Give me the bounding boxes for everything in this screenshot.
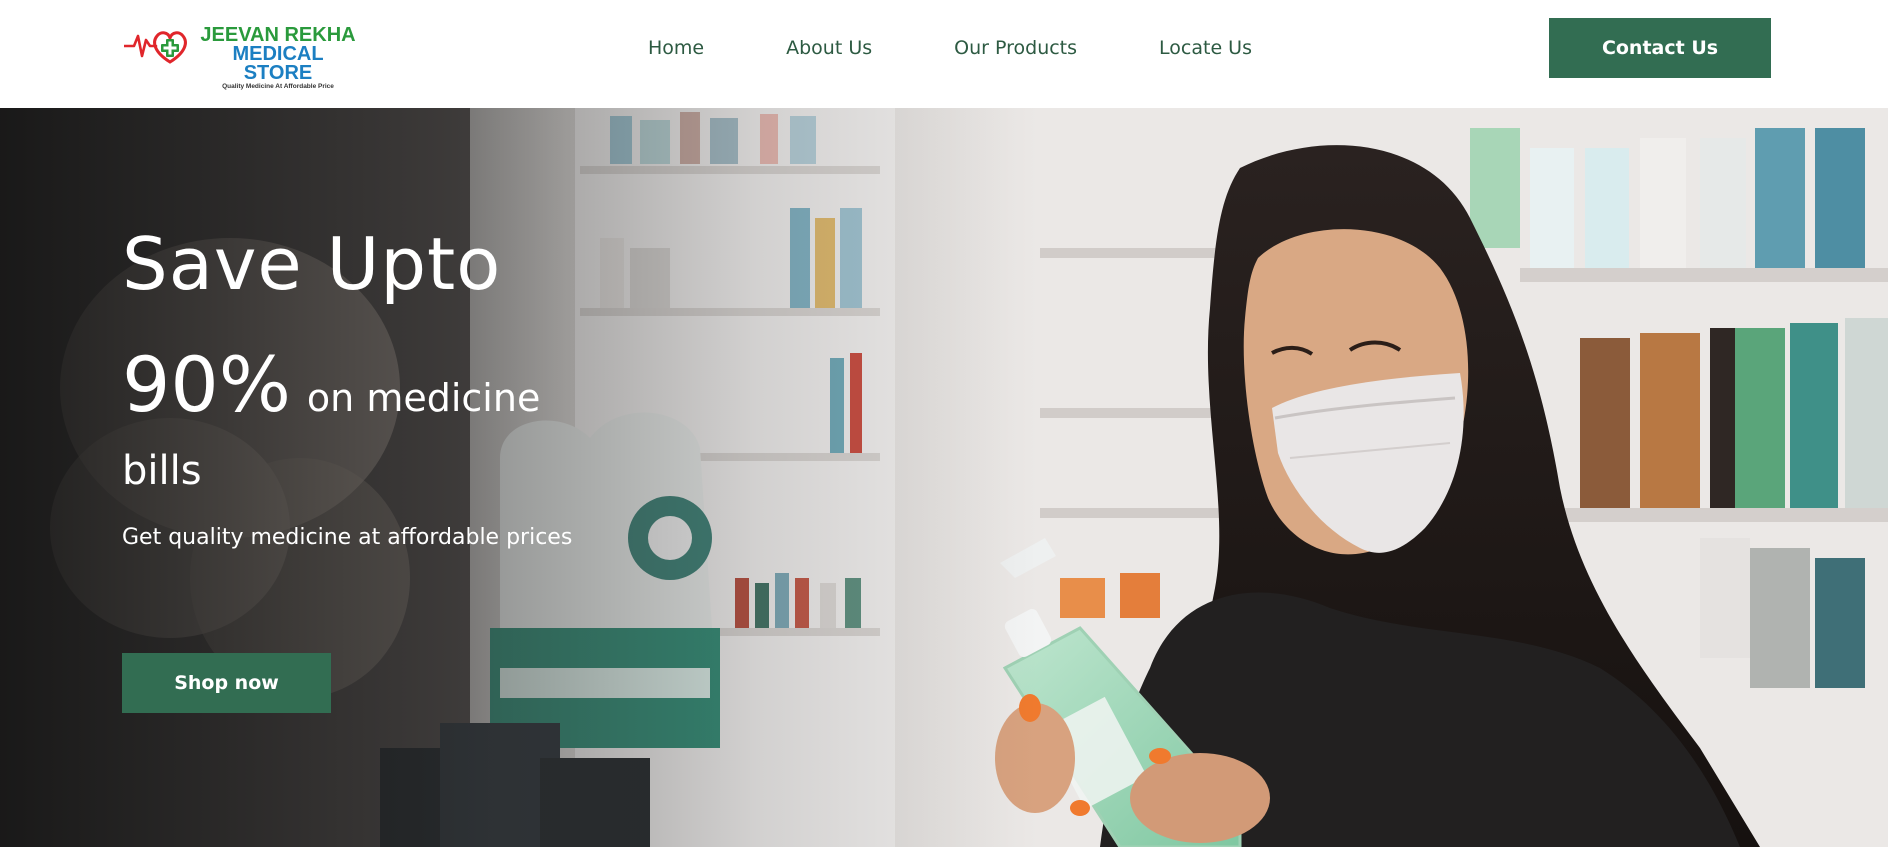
hero-subtitle: Get quality medicine at affordable price… xyxy=(122,525,573,550)
brand-tagline: Quality Medicine At Affordable Price xyxy=(222,83,334,90)
nav-locate-us[interactable]: Locate Us xyxy=(1159,37,1252,59)
nav-our-products[interactable]: Our Products xyxy=(954,37,1077,59)
contact-us-button[interactable]: Contact Us xyxy=(1549,18,1771,78)
hero-discount-percent: 90% xyxy=(122,340,291,429)
hero-title: Save Upto xyxy=(122,222,502,306)
shop-now-button[interactable]: Shop now xyxy=(122,653,331,713)
hero-discount-suffix-line2: bills xyxy=(122,448,202,494)
brand-name-line2: MEDICAL STORE xyxy=(232,43,324,84)
nav-about-us[interactable]: About Us xyxy=(786,37,872,59)
hero-dark-overlay xyxy=(0,108,1888,847)
hero-discount-line: 90% on medicine xyxy=(122,340,540,429)
nav-home[interactable]: Home xyxy=(648,37,704,59)
brand-wordmark: JEEVAN REKHA MEDICAL STORE Quality Medic… xyxy=(196,25,360,90)
main-nav: Home About Us Our Products Locate Us xyxy=(648,32,1252,64)
heart-pulse-cross-icon xyxy=(124,31,187,64)
brand-logo[interactable]: JEEVAN REKHA MEDICAL STORE Quality Medic… xyxy=(124,24,360,90)
site-header: JEEVAN REKHA MEDICAL STORE Quality Medic… xyxy=(0,0,1888,108)
hero-banner xyxy=(0,108,1888,847)
hero-discount-suffix: on medicine xyxy=(306,376,541,420)
